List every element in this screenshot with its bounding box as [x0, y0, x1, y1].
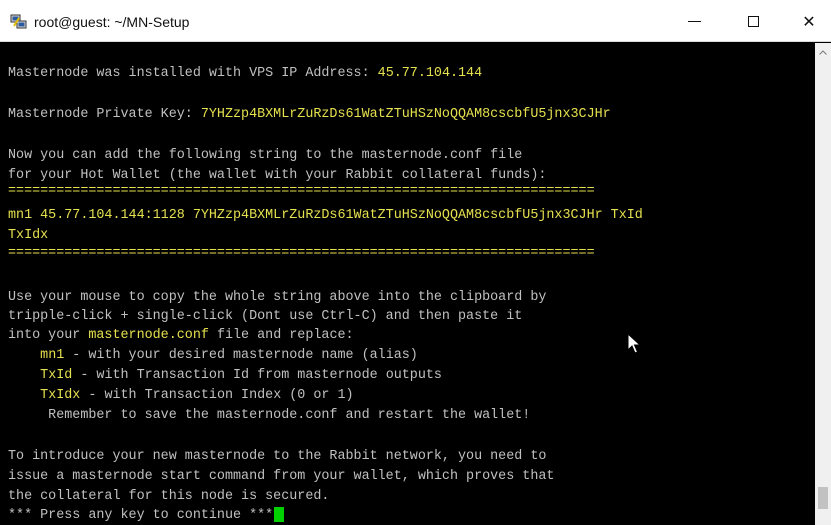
separator-bottom: ========================================…	[8, 246, 595, 261]
replace-key: mn1	[40, 348, 65, 363]
masternode-conf-filename: masternode.conf	[88, 328, 209, 343]
close-icon: ✕	[802, 11, 816, 31]
scroll-thumb[interactable]	[818, 487, 828, 509]
masternode-conf-line-1: mn1 45.77.104.144:1128 7YHZzp4BXMLrZuRzD…	[8, 208, 643, 223]
window-title: root@guest: ~/MN-Setup	[34, 14, 190, 30]
minimize-button[interactable]	[680, 10, 708, 32]
vertical-scrollbar[interactable]	[815, 43, 831, 525]
replace-desc: - with Transaction Index (0 or 1)	[80, 388, 354, 403]
minimize-icon	[687, 20, 701, 22]
press-any-key-line: *** Press any key to continue ***	[8, 506, 285, 525]
text-cursor	[274, 506, 285, 522]
private-key-value: 7YHZzp4BXMLrZuRzDs61WatZTuHSzNoQQAM8cscb…	[200, 107, 611, 122]
close-button[interactable]: ✕	[795, 10, 823, 32]
vps-line: Masternode was installed with VPS IP Add…	[8, 64, 482, 84]
intro-line-3: the collateral for this node is secured.	[8, 489, 330, 504]
press-any-key-prompt: *** Press any key to continue ***	[8, 508, 274, 523]
copy-instruction-line-2: tripple-click + single-click (Dont use C…	[8, 309, 523, 324]
replace-item-mn1: mn1 - with your desired masternode name …	[8, 346, 418, 366]
chevron-up-icon	[819, 49, 827, 55]
putty-icon	[10, 14, 27, 29]
copy-line-3-suffix: file and replace:	[208, 328, 354, 343]
maximize-button[interactable]	[739, 10, 767, 32]
remember-line: Remember to save the masternode.conf and…	[8, 408, 531, 423]
replace-item-txid: TxId - with Transaction Id from masterno…	[8, 366, 442, 386]
replace-key: TxId	[40, 368, 73, 383]
title-bar[interactable]: root@guest: ~/MN-Setup ✕	[0, 0, 831, 42]
masternode-conf-line-2: TxIdx	[8, 228, 49, 243]
replace-desc: - with your desired masternode name (ali…	[64, 348, 418, 363]
replace-key: TxIdx	[40, 388, 81, 403]
mouse-pointer-icon	[627, 333, 642, 354]
replace-desc: - with Transaction Id from masternode ou…	[72, 368, 442, 383]
private-key-label: Masternode Private Key:	[8, 107, 201, 122]
private-key-line: Masternode Private Key: 7YHZzp4BXMLrZuRz…	[8, 105, 611, 125]
intro-line-2: issue a masternode start command from yo…	[8, 469, 555, 484]
vps-ip: 45.77.104.144	[377, 66, 483, 81]
separator-top: ========================================…	[8, 184, 595, 199]
replace-item-txidx: TxIdx - with Transaction Index (0 or 1)	[8, 386, 354, 406]
copy-instruction-line-3: into your masternode.conf file and repla…	[8, 326, 354, 346]
intro-line-1: To introduce your new masternode to the …	[8, 449, 547, 464]
scroll-up-button[interactable]	[815, 43, 831, 61]
add-instruction-line-1: Now you can add the following string to …	[8, 148, 523, 163]
vps-label: Masternode was installed with VPS IP Add…	[8, 66, 378, 81]
maximize-icon	[747, 15, 759, 27]
copy-line-3-prefix: into your	[8, 328, 89, 343]
terminal-output[interactable]: Masternode was installed with VPS IP Add…	[0, 43, 815, 525]
copy-instruction-line-1: Use your mouse to copy the whole string …	[8, 290, 547, 305]
